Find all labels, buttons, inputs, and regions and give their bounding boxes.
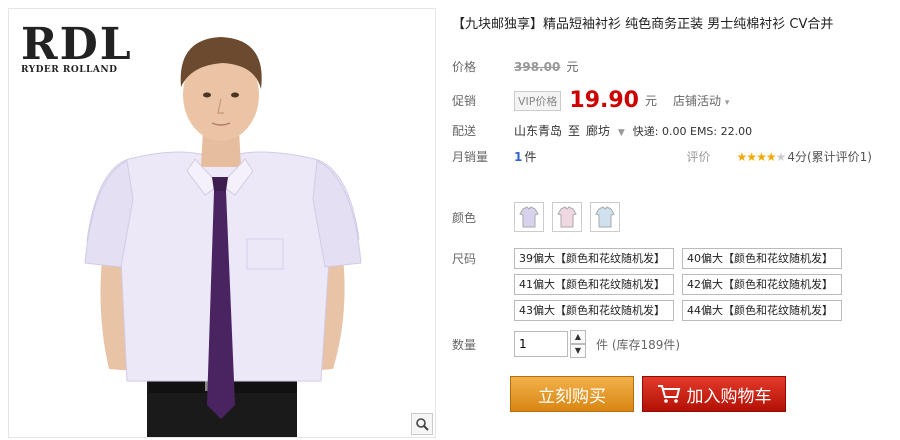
shipping-destination-select[interactable]: 廊坊 ▼ <box>586 122 625 139</box>
product-info-panel: 【九块邮独享】精品短袖衬衫 纯色商务正装 男士纯棉衬衫 CV合并 价格 398.… <box>452 12 892 412</box>
promo-price-row: 促销 VIP价格 19.90 元 店铺活动 ▾ <box>452 88 729 113</box>
size-option[interactable]: 39偏大【颜色和花纹随机发】 <box>514 248 674 269</box>
shipping-destination: 廊坊 <box>586 124 611 138</box>
product-title: 【九块邮独享】精品短袖衬衫 纯色商务正装 男士纯棉衬衫 CV合并 <box>452 17 834 32</box>
quantity-input[interactable] <box>514 331 568 357</box>
buy-now-label: 立刻购买 <box>538 386 606 407</box>
color-label: 颜色 <box>452 210 477 225</box>
star-icon: ★ <box>765 149 777 164</box>
quantity-unit-stock: 件 (库存189件) <box>596 337 681 352</box>
rating-stars: ★★★★★ <box>736 149 787 164</box>
size-options: 39偏大【颜色和花纹随机发】 40偏大【颜色和花纹随机发】 41偏大【颜色和花纹… <box>514 248 842 321</box>
zoom-button[interactable] <box>411 413 433 435</box>
quantity-label: 数量 <box>452 337 477 352</box>
promo-label: 促销 <box>452 94 477 108</box>
quantity-row: 数量 ▲ ▼ 件 (库存189件) <box>452 330 680 358</box>
star-icon: ★ <box>736 149 748 164</box>
original-price-row: 价格 398.00 元 <box>452 58 578 75</box>
size-option[interactable]: 43偏大【颜色和花纹随机发】 <box>514 300 674 321</box>
color-swatch[interactable] <box>552 202 582 232</box>
size-option[interactable]: 40偏大【颜色和花纹随机发】 <box>682 248 842 269</box>
size-option[interactable]: 42偏大【颜色和花纹随机发】 <box>682 274 842 295</box>
sales-row: 月销量 1 件 评价 ★★★★★ 4分(累计评价1) <box>452 148 872 165</box>
size-option[interactable]: 44偏大【颜色和花纹随机发】 <box>682 300 842 321</box>
chevron-down-icon: ▼ <box>617 128 625 138</box>
shopping-cart-icon <box>657 385 680 403</box>
shipping-to-word: 至 <box>568 124 581 138</box>
rating-summary-link[interactable]: 4分(累计评价1) <box>787 148 872 165</box>
store-activity-label: 店铺活动 <box>673 94 722 108</box>
store-activity-dropdown[interactable]: 店铺活动 ▾ <box>673 92 729 109</box>
monthly-sales-unit: 件 <box>524 150 537 164</box>
original-price-unit: 元 <box>566 60 579 74</box>
rating-label: 评价 <box>686 150 711 164</box>
star-icon: ★ <box>746 149 757 164</box>
shipping-label: 配送 <box>452 124 477 138</box>
shirt-thumbnail-icon <box>519 206 539 228</box>
color-row: 颜色 <box>452 202 628 232</box>
vip-price-tag: VIP价格 <box>514 90 562 111</box>
shipping-row: 配送 山东青岛 至 廊坊 ▼ 快递: 0.00 EMS: 22.00 <box>452 122 752 139</box>
shipping-from: 山东青岛 <box>514 124 563 138</box>
quantity-decrease-button[interactable]: ▼ <box>570 344 586 358</box>
quantity-increase-button[interactable]: ▲ <box>570 330 586 344</box>
star-empty-icon: ★ <box>775 149 787 164</box>
star-icon: ★ <box>756 149 767 164</box>
original-price-value: 398.00 <box>514 59 561 74</box>
magnifier-icon <box>416 418 429 431</box>
monthly-sales-count: 1 <box>514 149 523 164</box>
add-to-cart-button[interactable]: 加入购物车 <box>642 376 786 412</box>
promo-price-value: 19.90 <box>569 88 639 113</box>
chevron-down-icon: ▾ <box>724 98 730 108</box>
size-label: 尺码 <box>452 252 477 266</box>
shirt-thumbnail-icon <box>595 206 615 228</box>
buy-now-button[interactable]: 立刻购买 <box>510 376 634 412</box>
promo-price-unit: 元 <box>645 94 658 108</box>
shipping-fees: 快递: 0.00 EMS: 22.00 <box>632 124 753 138</box>
product-image-gallery[interactable]: RDL RYDER ROLLAND <box>8 8 436 438</box>
product-photo <box>84 37 362 437</box>
original-price-label: 价格 <box>452 60 477 74</box>
color-swatch[interactable] <box>514 202 544 232</box>
size-label-row: 尺码 <box>452 250 514 267</box>
monthly-sales-label: 月销量 <box>452 150 489 164</box>
add-to-cart-label: 加入购物车 <box>686 386 772 407</box>
size-option[interactable]: 41偏大【颜色和花纹随机发】 <box>514 274 674 295</box>
shirt-thumbnail-icon <box>557 206 577 228</box>
color-swatch[interactable] <box>590 202 620 232</box>
quantity-stepper: ▲ ▼ <box>570 330 586 358</box>
